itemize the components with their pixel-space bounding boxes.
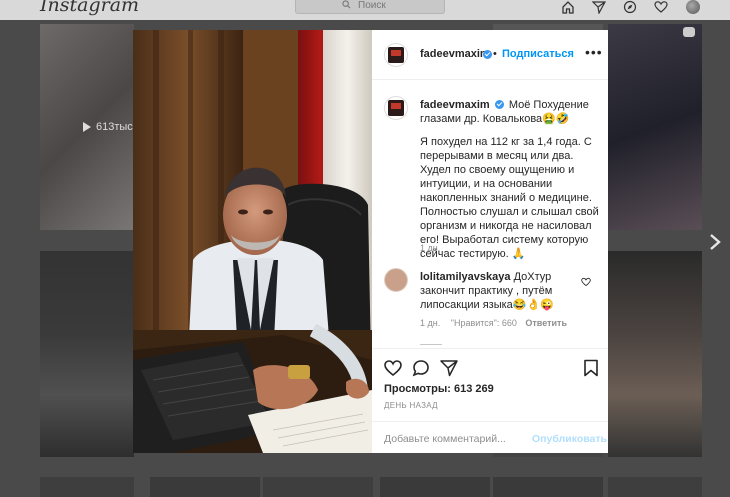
post-sidebar: fadeevmaxim • Подписаться ••• fadeevmaxi… xyxy=(372,30,608,453)
caption-author-avatar[interactable] xyxy=(384,96,408,120)
publish-button[interactable]: Опубликовать xyxy=(532,433,607,445)
activity-heart-icon[interactable] xyxy=(654,0,668,14)
follow-button[interactable]: Подписаться xyxy=(502,48,574,60)
save-bookmark-icon[interactable] xyxy=(582,359,600,377)
comment-meta: 1 дн. "Нравится": 660 Ответить xyxy=(420,318,567,328)
explore-icon[interactable] xyxy=(623,0,637,14)
views-label: Просмотры: xyxy=(384,383,451,395)
comment-author[interactable]: lolitamilyavskaya xyxy=(420,271,511,283)
instagram-logo[interactable]: Instagram xyxy=(40,0,139,16)
separator-dot: • xyxy=(493,48,497,60)
comment-likes[interactable]: "Нравится": 660 xyxy=(451,318,517,328)
reply-button[interactable]: Ответить xyxy=(525,318,567,328)
profile-avatar[interactable] xyxy=(686,0,700,14)
post-date[interactable]: ДЕНЬ НАЗАД xyxy=(384,401,438,410)
grid-tile[interactable] xyxy=(608,477,702,497)
video-frame-image xyxy=(133,30,372,453)
search-box[interactable]: Поиск xyxy=(295,0,445,14)
caption-timestamp[interactable]: 1 дн. xyxy=(420,243,440,253)
tile-views: 613тыс. xyxy=(96,121,134,133)
author-avatar[interactable] xyxy=(384,43,408,67)
caption-author[interactable]: fadeevmaxim xyxy=(420,99,490,111)
video-icon xyxy=(683,27,695,37)
direct-messages-icon[interactable] xyxy=(591,0,607,15)
post-actions: Просмотры: 613 269 ДЕНЬ НАЗАД Добавьте к… xyxy=(372,348,608,453)
search-icon xyxy=(342,0,351,9)
grid-tile[interactable] xyxy=(608,24,702,230)
grid-tile[interactable] xyxy=(493,477,603,497)
post-video[interactable] xyxy=(133,30,372,453)
views-number: 613 269 xyxy=(453,383,494,395)
commenter-avatar[interactable] xyxy=(384,268,408,292)
caption-title: fadeevmaxim Моё Похудение глазами др. Ко… xyxy=(420,98,600,126)
post-modal: fadeevmaxim • Подписаться ••• fadeevmaxi… xyxy=(133,30,608,453)
view-replies-line[interactable] xyxy=(420,344,442,345)
add-comment-bar: Добавьте комментарий... Опубликовать xyxy=(372,421,608,454)
grid-tile[interactable] xyxy=(608,251,702,457)
verified-badge-icon xyxy=(494,100,504,109)
add-comment-input[interactable]: Добавьте комментарий... xyxy=(384,433,506,445)
play-icon xyxy=(83,122,91,132)
comment-text: lolitamilyavskaya ДоХтур закончит практи… xyxy=(420,270,570,312)
grid-tile[interactable] xyxy=(263,477,373,497)
grid-tile[interactable]: 613тыс. xyxy=(40,24,134,230)
top-navigation-bar: Instagram Поиск xyxy=(0,0,730,20)
post-header: fadeevmaxim • Подписаться ••• xyxy=(372,30,608,80)
comment-like-heart-icon[interactable] xyxy=(581,277,591,287)
grid-tile[interactable] xyxy=(150,477,260,497)
more-options-icon[interactable]: ••• xyxy=(585,44,603,60)
like-heart-icon[interactable] xyxy=(384,359,402,377)
home-icon[interactable] xyxy=(561,0,575,14)
share-paper-plane-icon[interactable] xyxy=(440,359,458,377)
caption-body: Я похудел на 112 кг за 1,4 года. С перер… xyxy=(420,136,599,260)
author-username[interactable]: fadeevmaxim xyxy=(420,48,490,60)
grid-tile[interactable] xyxy=(40,251,134,457)
comment-bubble-icon[interactable] xyxy=(412,359,430,377)
search-placeholder: Поиск xyxy=(358,0,386,11)
grid-tile[interactable] xyxy=(380,477,490,497)
verified-badge-icon xyxy=(483,50,492,59)
comment-timestamp[interactable]: 1 дн. xyxy=(420,318,440,328)
chevron-right-icon[interactable] xyxy=(708,233,722,251)
views-count[interactable]: Просмотры: 613 269 xyxy=(384,383,494,395)
grid-tile[interactable] xyxy=(40,477,134,497)
